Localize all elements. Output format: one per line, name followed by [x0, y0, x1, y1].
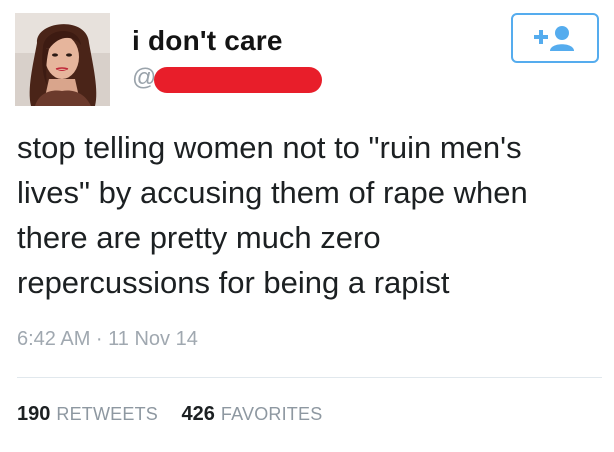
favorites-label: FAVORITES — [220, 404, 323, 424]
display-name[interactable]: i don't care — [132, 25, 283, 57]
favorites-stat[interactable]: 426 FAVORITES — [182, 403, 323, 426]
retweets-count: 190 — [17, 403, 51, 425]
retweets-label: RETWEETS — [56, 404, 158, 424]
follow-button[interactable] — [511, 13, 599, 63]
tweet-text: stop telling women not to "ruin men's li… — [17, 130, 528, 300]
avatar[interactable] — [15, 13, 110, 106]
divider — [17, 377, 602, 378]
tweet-card: i don't care @ stop telling women not to… — [0, 0, 614, 452]
retweets-stat[interactable]: 190 RETWEETS — [17, 403, 158, 426]
handle[interactable]: @ — [132, 64, 322, 100]
tweet-stats: 190 RETWEETS 426 FAVORITES — [17, 403, 340, 426]
tweet-timestamp[interactable]: 6:42 AM · 11 Nov 14 — [17, 328, 198, 351]
handle-at-symbol: @ — [132, 64, 157, 91]
add-user-icon — [530, 22, 580, 54]
handle-redaction-mark — [154, 67, 322, 93]
favorites-count: 426 — [181, 403, 215, 425]
avatar-image — [15, 13, 110, 106]
